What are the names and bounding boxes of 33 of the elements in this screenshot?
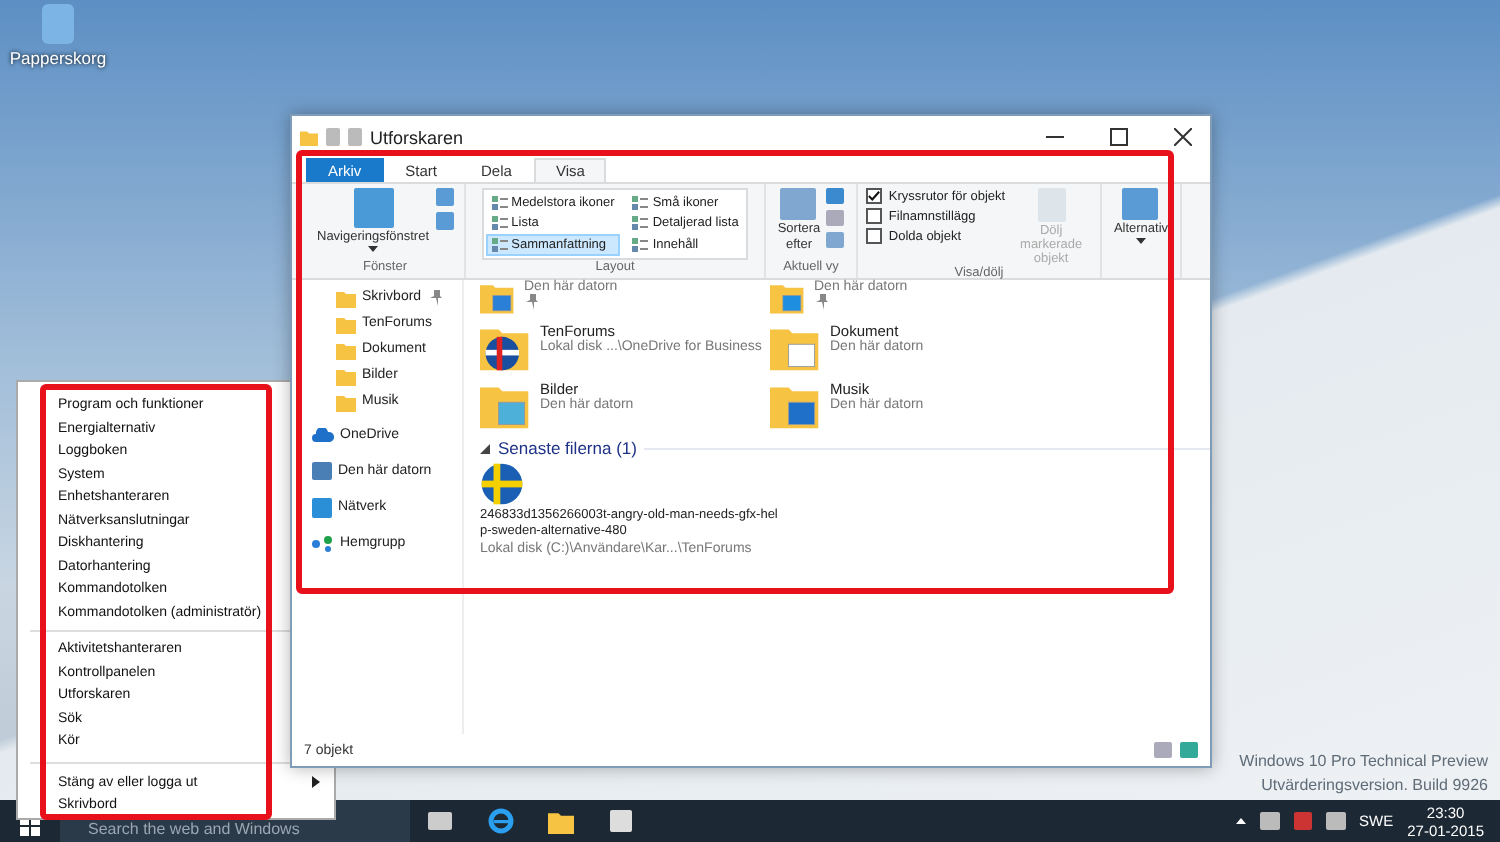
view-icon [632, 216, 649, 231]
window-title: Utforskaren [370, 127, 466, 147]
e-logo-icon [487, 808, 513, 834]
view-icon [491, 237, 508, 252]
close-icon [1173, 128, 1191, 146]
desktop-folder-icon [770, 280, 806, 316]
download-folder-icon [480, 280, 516, 316]
swedish-flag-icon [480, 462, 524, 506]
caret-up-icon[interactable] [1235, 818, 1246, 824]
chevron-icon [312, 776, 320, 789]
minimize-icon [1045, 136, 1063, 138]
checkbox[interactable] [866, 188, 883, 204]
folder-icon [300, 128, 318, 146]
caret-icon [368, 246, 378, 252]
view-icon [491, 195, 508, 210]
caret-icon [1135, 238, 1146, 244]
cloud-icon [312, 428, 334, 442]
view-icon [491, 216, 508, 231]
pin-icon [427, 289, 444, 305]
section-heading[interactable]: Senaste filerna (1) [498, 438, 637, 458]
os-watermark-text: Windows 10 Pro Technical Preview [1239, 750, 1488, 774]
pin-icon [814, 294, 830, 310]
pin-icon [524, 294, 540, 310]
checkmark-icon [868, 190, 881, 202]
folder-icon [547, 808, 573, 834]
checkbox[interactable] [866, 208, 883, 224]
checkbox[interactable] [866, 228, 883, 244]
maximize-icon [1109, 128, 1127, 146]
view-icon [632, 195, 649, 210]
collapse-icon[interactable] [480, 443, 490, 453]
homegroup-icon [312, 535, 334, 551]
os-watermark-text: Utvärderingsversion. Build 9926 [1261, 774, 1488, 798]
view-icon [632, 237, 649, 252]
